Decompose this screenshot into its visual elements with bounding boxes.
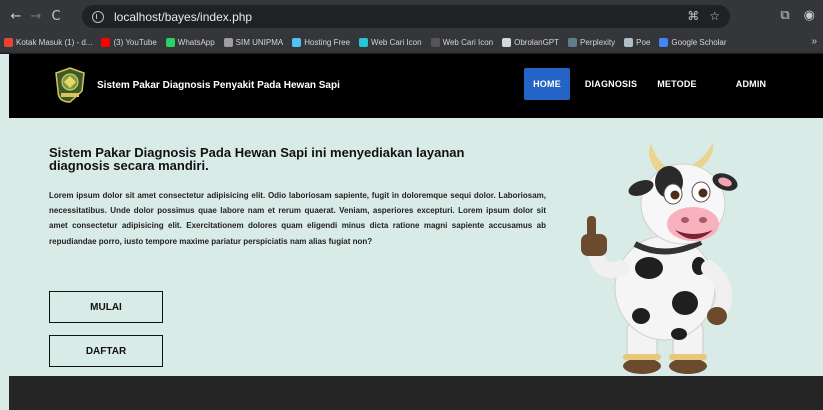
bookmark-favicon-icon xyxy=(502,38,512,47)
bookmark-item[interactable]: ObrolanGPT xyxy=(502,38,559,47)
bookmarks-bar: Kotak Masuk (1) - d... (3) YouTube WhatsAp… xyxy=(0,33,823,53)
site-title[interactable]: Sistem Pakar Diagnosis Penyakit Pada Hew… xyxy=(97,80,340,91)
nav-admin[interactable]: ADMIN xyxy=(727,68,775,100)
profile-icon[interactable]: ◉ xyxy=(804,8,815,23)
bookmark-item[interactable]: SIM UNIPMA xyxy=(223,38,284,47)
bookmark-label: SIM UNIPMA xyxy=(235,38,284,47)
cow-mascot-image xyxy=(581,142,738,374)
site-header: Sistem Pakar Diagnosis Penyakit Pada Hew… xyxy=(9,54,823,118)
bookmark-label: Hosting Free xyxy=(304,38,351,47)
bookmark-item[interactable]: Perplexity xyxy=(568,38,615,47)
bookmark-favicon-icon xyxy=(101,38,111,47)
bookmark-label: Web Cari Icon xyxy=(442,38,494,47)
bookmarks-overflow-button[interactable]: » xyxy=(811,36,817,47)
bookmark-item[interactable]: WhatsApp xyxy=(165,38,215,47)
site-info-icon[interactable] xyxy=(92,10,104,23)
bookmark-item[interactable]: Web Cari Icon xyxy=(359,38,422,47)
bookmark-label: (3) YouTube xyxy=(113,38,157,47)
bookmark-label: Web Cari Icon xyxy=(371,38,422,47)
hero-headline: Sistem Pakar Diagnosis Pada Hewan Sapi i… xyxy=(49,145,465,173)
bookmark-item[interactable]: Poe xyxy=(624,38,650,47)
bookmark-favicon-icon xyxy=(659,38,669,47)
bookmark-favicon-icon xyxy=(359,38,369,47)
bookmark-item[interactable]: Hosting Free xyxy=(292,38,350,47)
start-button[interactable]: MULAI xyxy=(49,291,163,323)
bookmark-item[interactable]: Kotak Masuk (1) - d... xyxy=(4,38,92,47)
bookmark-label: Poe xyxy=(636,38,651,47)
nav-home[interactable]: HOME xyxy=(524,68,570,100)
extensions-icon[interactable]: ⧉ xyxy=(780,8,789,23)
site-footer xyxy=(9,376,823,410)
bookmark-item[interactable]: Google Scholar xyxy=(659,38,727,47)
logo-emblem-icon[interactable] xyxy=(53,67,87,103)
bookmark-favicon-icon xyxy=(430,38,440,47)
bookmark-label: Kotak Masuk (1) - d... xyxy=(16,38,93,47)
browser-toolbar: ← → C localhost/bayes/index.php ⌘ ☆ ⧉ ◉ xyxy=(0,0,823,33)
url-text[interactable]: localhost/bayes/index.php xyxy=(114,10,252,24)
bookmark-item[interactable]: Web Cari Icon xyxy=(430,38,494,47)
reload-button[interactable]: C xyxy=(46,9,66,24)
bookmark-item[interactable]: (3) YouTube xyxy=(101,38,157,47)
page-gutter xyxy=(0,54,9,410)
translate-icon[interactable]: ⌘ xyxy=(687,9,699,23)
back-button[interactable]: ← xyxy=(6,9,26,24)
bookmark-label: Perplexity xyxy=(580,38,616,47)
bookmark-star-icon[interactable]: ☆ xyxy=(709,9,720,23)
nav-metode[interactable]: METODE xyxy=(653,68,701,100)
bookmark-favicon-icon xyxy=(4,38,13,47)
bookmark-favicon-icon xyxy=(624,38,634,47)
bookmark-favicon-icon xyxy=(165,38,175,47)
bookmark-favicon-icon xyxy=(568,38,578,47)
hero-description: Lorem ipsum dolor sit amet consectetur a… xyxy=(49,191,546,246)
bookmark-label: Google Scholar xyxy=(671,38,727,47)
nav-diagnosis[interactable]: DIAGNOSIS xyxy=(581,68,641,100)
forward-button[interactable]: → xyxy=(26,9,46,24)
bookmark-favicon-icon xyxy=(292,38,302,47)
register-button[interactable]: DAFTAR xyxy=(49,335,163,367)
bookmark-label: WhatsApp xyxy=(177,38,215,47)
bookmark-label: ObrolanGPT xyxy=(514,38,560,47)
page-viewport: Sistem Pakar Diagnosis Penyakit Pada Hew… xyxy=(0,54,823,410)
address-bar[interactable]: localhost/bayes/index.php ⌘ ☆ xyxy=(82,5,730,28)
hero-section: Sistem Pakar Diagnosis Pada Hewan Sapi i… xyxy=(9,118,823,376)
bookmark-favicon-icon xyxy=(223,38,233,47)
